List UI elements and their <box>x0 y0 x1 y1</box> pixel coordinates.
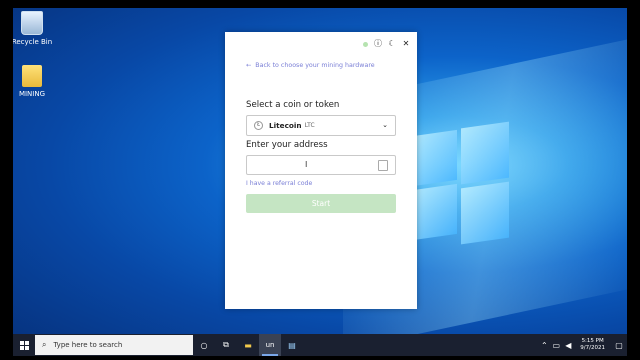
text-cursor-icon: I <box>305 160 308 169</box>
window-controls: ⓘ ☾ ✕ <box>363 40 410 48</box>
clock-time: 5:15 PM <box>581 338 604 344</box>
system-tray: ⌃ ▭ ◀ 5:15 PM 9/7/2021 ▢ <box>538 334 627 356</box>
coin-name: Litecoin <box>269 121 302 130</box>
folder-icon <box>22 65 42 87</box>
desktop-icon-label: Recycle Bin <box>13 38 53 46</box>
mining-setup-window: ⓘ ☾ ✕ ← Back to choose your mining hardw… <box>225 32 417 309</box>
cortana-icon[interactable]: ○ <box>193 334 215 356</box>
info-icon[interactable]: ⓘ <box>374 40 382 48</box>
taskbar-search[interactable]: ⌕ Type here to search <box>35 335 193 355</box>
address-input[interactable]: I <box>246 155 396 175</box>
recycle-bin-icon <box>21 11 43 35</box>
chevron-up-icon[interactable]: ⌃ <box>538 334 550 356</box>
coin-ticker: LTC <box>304 122 315 129</box>
start-button[interactable]: Start <box>246 194 396 213</box>
litecoin-icon: Ł <box>254 121 263 130</box>
desktop-icon-mining-folder[interactable]: MINING <box>13 65 57 98</box>
paste-icon[interactable] <box>378 160 388 171</box>
address-heading: Enter your address <box>246 140 328 150</box>
taskbar: ⌕ Type here to search ○ ⧉ ▬ un ▤ ⌃ ▭ ◀ 5… <box>13 334 627 356</box>
clock-date: 9/7/2021 <box>580 345 605 351</box>
wallpaper-windows-logo <box>413 121 509 255</box>
arrow-left-icon: ← <box>246 62 252 69</box>
search-placeholder: Type here to search <box>53 341 123 349</box>
clock[interactable]: 5:15 PM 9/7/2021 <box>580 338 605 352</box>
close-icon[interactable]: ✕ <box>402 40 410 48</box>
desktop-icon-recycle-bin[interactable]: Recycle Bin <box>13 11 57 46</box>
taskbar-app-label: un <box>265 341 275 349</box>
chevron-down-icon: ⌄ <box>382 121 388 129</box>
windows-logo-icon <box>19 340 29 350</box>
volume-icon[interactable]: ◀ <box>562 334 574 356</box>
back-link-label: Back to choose your mining hardware <box>255 62 375 69</box>
network-icon[interactable]: ▭ <box>550 334 562 356</box>
file-explorer-icon[interactable]: ▬ <box>237 334 259 356</box>
status-dot-icon <box>363 41 368 47</box>
taskbar-app-un[interactable]: un <box>259 334 281 356</box>
start-button-windows[interactable] <box>13 334 35 356</box>
coin-select[interactable]: Ł Litecoin LTC ⌄ <box>246 115 396 136</box>
coin-heading: Select a coin or token <box>246 100 340 110</box>
search-icon: ⌕ <box>42 340 47 349</box>
task-view-icon[interactable]: ⧉ <box>215 334 237 356</box>
dark-mode-moon-icon[interactable]: ☾ <box>388 40 396 48</box>
desktop: Recycle Bin MINING ⓘ ☾ ✕ ← Back to choos… <box>13 8 627 356</box>
back-link[interactable]: ← Back to choose your mining hardware <box>246 62 375 69</box>
desktop-icon-label: MINING <box>18 90 46 98</box>
notifications-icon[interactable]: ▢ <box>611 334 627 356</box>
notepad-icon[interactable]: ▤ <box>281 334 303 356</box>
referral-link[interactable]: I have a referral code <box>246 180 312 187</box>
